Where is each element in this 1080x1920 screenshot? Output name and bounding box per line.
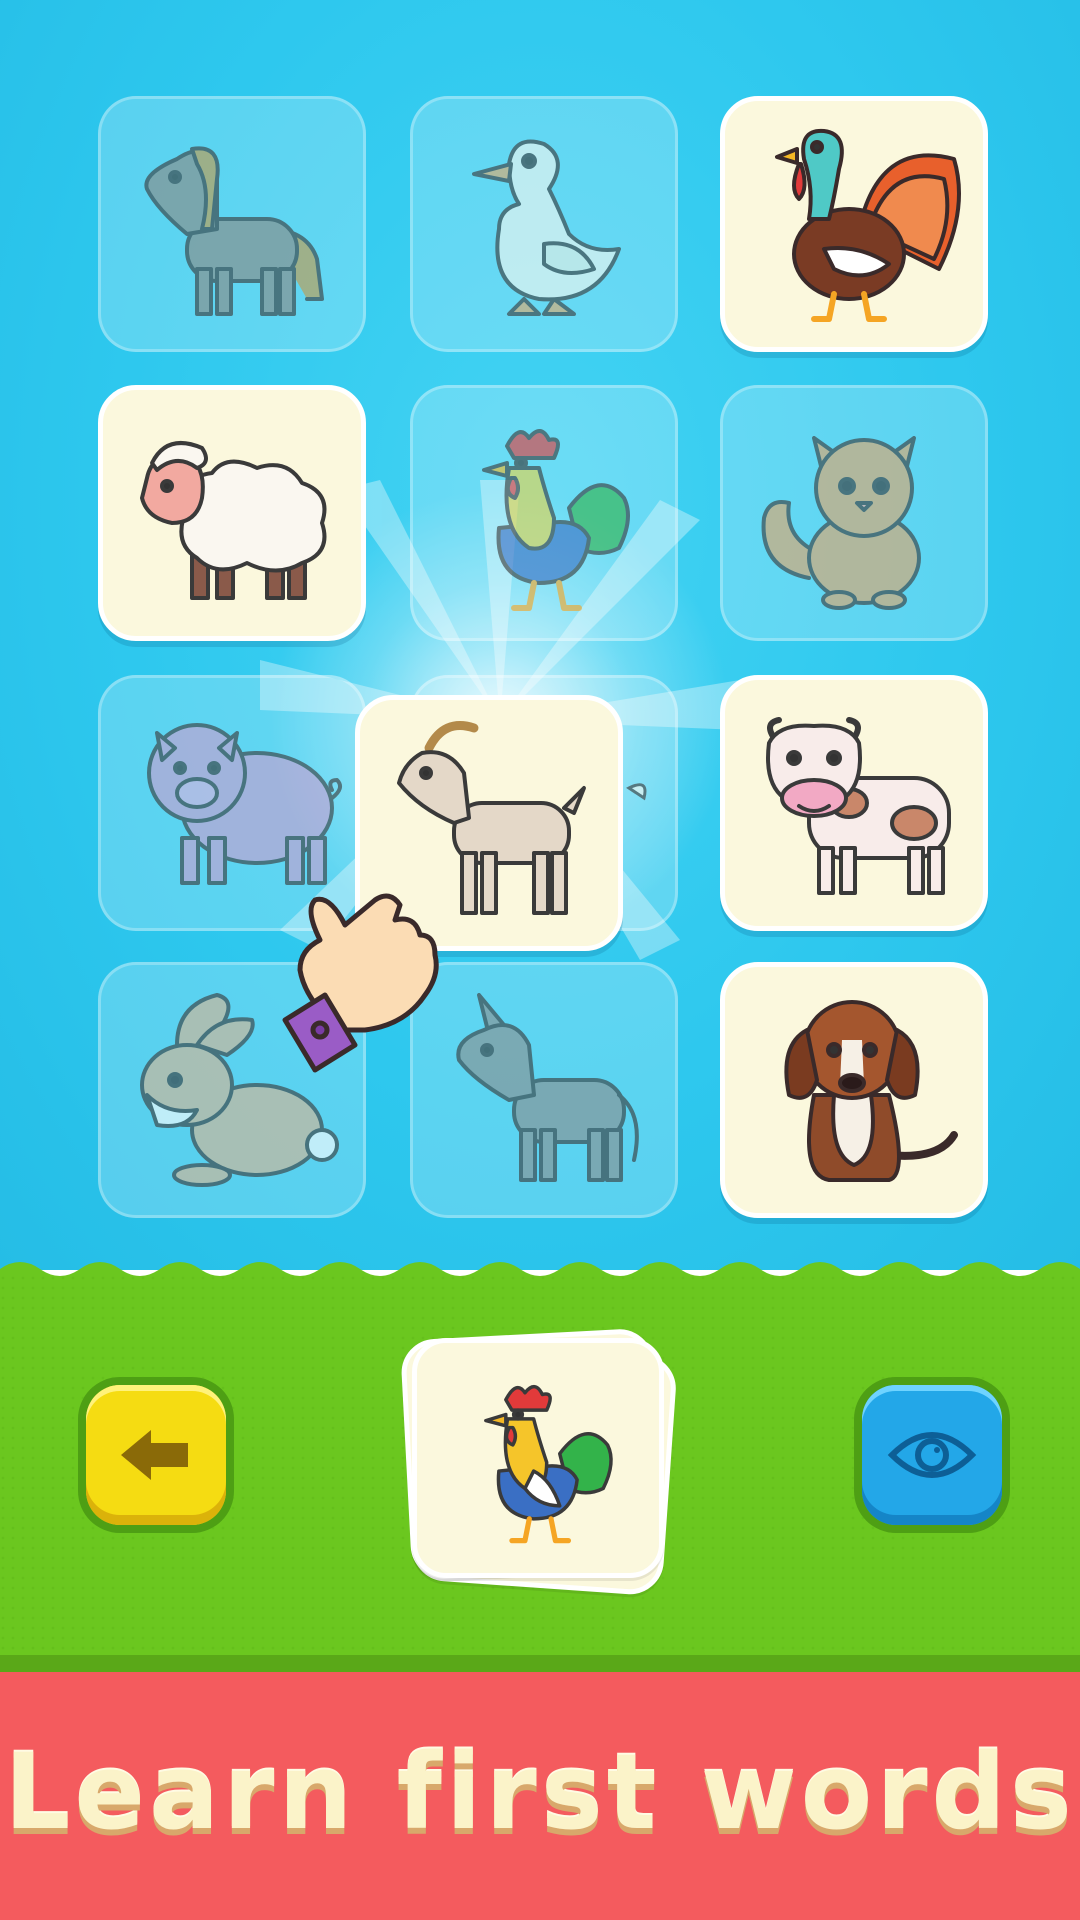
stack-card-front bbox=[412, 1338, 664, 1578]
dog-icon bbox=[784, 1000, 958, 1182]
goat-icon bbox=[397, 721, 586, 915]
promo-banner: Learn first words bbox=[0, 1672, 1080, 1920]
back-button[interactable] bbox=[86, 1385, 226, 1525]
rooster-icon bbox=[482, 429, 630, 611]
sheep-icon bbox=[140, 441, 327, 600]
cat-icon bbox=[761, 436, 921, 610]
card-pig[interactable] bbox=[98, 675, 366, 931]
card-donkey[interactable] bbox=[410, 962, 678, 1218]
card-dog[interactable] bbox=[720, 962, 988, 1218]
eye-icon bbox=[887, 1432, 977, 1478]
card-rooster[interactable] bbox=[410, 385, 678, 641]
rooster-icon bbox=[484, 1384, 613, 1544]
back-arrow-icon bbox=[121, 1430, 188, 1480]
turkey-icon bbox=[775, 128, 961, 322]
hint-button[interactable] bbox=[862, 1385, 1002, 1525]
card-turkey[interactable] bbox=[720, 96, 988, 352]
card-cow[interactable] bbox=[720, 675, 988, 931]
donkey-icon bbox=[456, 993, 639, 1182]
card-duck[interactable] bbox=[410, 96, 678, 352]
horse-icon bbox=[144, 146, 324, 316]
card-goat-dragging[interactable] bbox=[355, 695, 623, 951]
rabbit-icon bbox=[140, 993, 339, 1187]
card-rabbit[interactable] bbox=[98, 962, 366, 1218]
duck-icon bbox=[472, 139, 621, 316]
cow-icon bbox=[766, 717, 951, 895]
card-cat[interactable] bbox=[720, 385, 988, 641]
card-horse[interactable] bbox=[98, 96, 366, 352]
pig-icon bbox=[147, 723, 343, 885]
card-sheep[interactable] bbox=[98, 385, 366, 641]
target-word-card[interactable] bbox=[399, 1327, 679, 1597]
banner-title: Learn first words bbox=[4, 1731, 1076, 1853]
